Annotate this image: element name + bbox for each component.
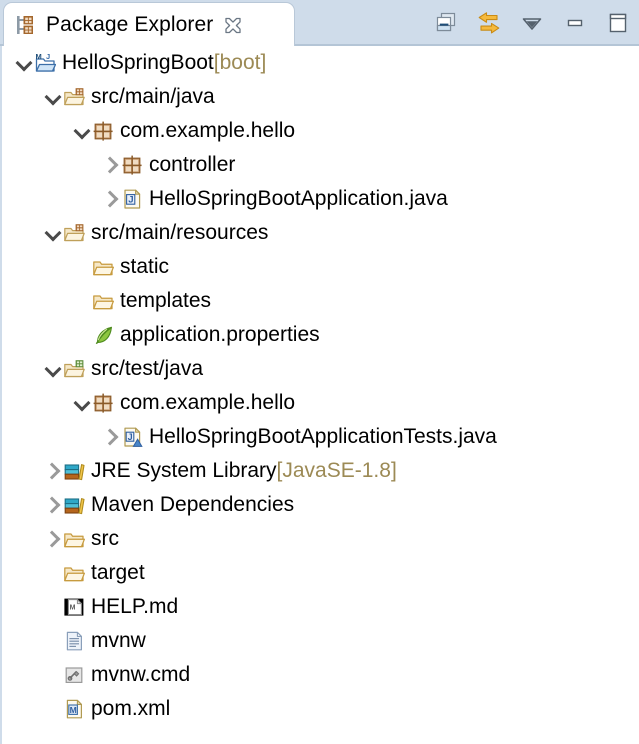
tree-item-folder-static[interactable]: static — [2, 250, 639, 284]
twisty-placeholder — [45, 624, 63, 658]
maven-java-project-icon — [34, 52, 56, 74]
twisty-placeholder — [74, 284, 92, 318]
tree-item-label: HelloSpringBootApplicationTests.java — [149, 425, 497, 448]
twisty-placeholder — [45, 556, 63, 590]
tree-item-label: static — [120, 255, 170, 278]
twisty-placeholder — [45, 658, 63, 692]
tree-item-label: com.example.hello — [120, 119, 296, 142]
maximize-icon[interactable] — [605, 10, 631, 36]
tree-item-label: src/main/resources — [91, 221, 269, 244]
tree-item-folder-src[interactable]: src — [2, 522, 639, 556]
package-explorer-icon — [15, 14, 37, 36]
tree-item-package-controller[interactable]: controller — [2, 148, 639, 182]
tree-item-src-main-java[interactable]: src/main/java — [2, 80, 639, 114]
package-icon — [92, 120, 114, 142]
twisty-expanded-icon[interactable] — [44, 80, 63, 114]
folder-icon — [63, 528, 85, 550]
tree-item-label: templates — [120, 289, 212, 312]
java-file-icon — [121, 188, 143, 210]
markdown-file-icon — [63, 596, 85, 618]
tree-item-label: target — [91, 561, 145, 584]
tree-item-suffix: [JavaSE-1.8] — [276, 459, 397, 482]
twisty-collapsed-icon[interactable] — [101, 420, 121, 454]
twisty-placeholder — [74, 318, 92, 352]
close-icon[interactable] — [222, 14, 244, 36]
twisty-expanded-icon[interactable] — [44, 216, 63, 250]
library-icon — [63, 460, 85, 482]
twisty-collapsed-icon[interactable] — [101, 182, 121, 216]
view-toolbar — [433, 0, 631, 46]
tree-item-label: pom.xml — [91, 697, 171, 720]
twisty-expanded-icon[interactable] — [44, 352, 63, 386]
tab-title: Package Explorer — [46, 12, 214, 36]
tree-item-label: HelloSpringBoot — [62, 51, 214, 74]
script-file-icon — [63, 664, 85, 686]
twisty-placeholder — [74, 250, 92, 284]
package-icon — [92, 392, 114, 414]
junit-test-file-icon — [121, 426, 143, 448]
tree-item-help-md[interactable]: HELP.md — [2, 590, 639, 624]
source-folder-icon — [63, 86, 85, 108]
twisty-collapsed-icon[interactable] — [101, 148, 121, 182]
tree-item-label: src — [91, 527, 119, 550]
twisty-collapsed-icon[interactable] — [43, 454, 63, 488]
tree-item-suffix: [boot] — [213, 51, 267, 74]
tree-item-label: mvnw — [91, 629, 146, 652]
package-explorer-view: Package Explorer HelloSpringBoot [boot] … — [0, 0, 639, 744]
tree-item-java-application[interactable]: HelloSpringBootApplication.java — [2, 182, 639, 216]
test-source-folder-icon — [63, 358, 85, 380]
twisty-placeholder — [45, 590, 63, 624]
twisty-expanded-icon[interactable] — [15, 46, 34, 80]
folder-icon — [92, 290, 114, 312]
tree-item-mvnw[interactable]: mvnw — [2, 624, 639, 658]
package-icon — [121, 154, 143, 176]
tree-item-package-test[interactable]: com.example.hello — [2, 386, 639, 420]
tree-item-java-application-tests[interactable]: HelloSpringBootApplicationTests.java — [2, 420, 639, 454]
tree-item-jre-system-library[interactable]: JRE System Library [JavaSE-1.8] — [2, 454, 639, 488]
tree-item-label: JRE System Library — [91, 459, 277, 482]
tree-item-package-main[interactable]: com.example.hello — [2, 114, 639, 148]
twisty-placeholder — [45, 692, 63, 726]
tree-item-src-test-java[interactable]: src/test/java — [2, 352, 639, 386]
twisty-collapsed-icon[interactable] — [43, 522, 63, 556]
twisty-expanded-icon[interactable] — [73, 386, 92, 420]
library-icon — [63, 494, 85, 516]
tree-item-pom-xml[interactable]: pom.xml — [2, 692, 639, 726]
tree-item-label: src/test/java — [91, 357, 204, 380]
tree-item-project[interactable]: HelloSpringBoot [boot] — [2, 46, 639, 80]
package-explorer-tree[interactable]: HelloSpringBoot [boot] src/main/java com.e… — [0, 46, 639, 744]
twisty-collapsed-icon[interactable] — [43, 488, 63, 522]
source-folder-icon — [63, 222, 85, 244]
tree-item-label: mvnw.cmd — [91, 663, 191, 686]
twisty-expanded-icon[interactable] — [73, 114, 92, 148]
link-with-editor-icon[interactable] — [476, 10, 502, 36]
tree-item-src-main-resources[interactable]: src/main/resources — [2, 216, 639, 250]
tab-package-explorer[interactable]: Package Explorer — [3, 2, 295, 46]
tree-item-mvnw-cmd[interactable]: mvnw.cmd — [2, 658, 639, 692]
tree-item-label: controller — [149, 153, 236, 176]
collapse-all-icon[interactable] — [433, 10, 459, 36]
text-file-icon — [63, 630, 85, 652]
folder-icon — [63, 562, 85, 584]
tree-item-label: HELP.md — [91, 595, 179, 618]
tree-item-label: Maven Dependencies — [91, 493, 295, 516]
spring-leaf-icon — [92, 324, 114, 346]
maven-pom-file-icon — [63, 698, 85, 720]
chevron-down-icon[interactable] — [519, 10, 545, 36]
tree-item-label: application.properties — [120, 323, 320, 346]
tree-item-label: HelloSpringBootApplication.java — [149, 187, 448, 210]
minimize-icon[interactable] — [562, 10, 588, 36]
tree-item-folder-templates[interactable]: templates — [2, 284, 639, 318]
tree-item-application-properties[interactable]: application.properties — [2, 318, 639, 352]
tree-item-maven-dependencies[interactable]: Maven Dependencies — [2, 488, 639, 522]
folder-icon — [92, 256, 114, 278]
tree-item-label: com.example.hello — [120, 391, 296, 414]
tree-item-label: src/main/java — [91, 85, 215, 108]
tab-bar: Package Explorer — [0, 0, 639, 46]
tree-item-folder-target[interactable]: target — [2, 556, 639, 590]
